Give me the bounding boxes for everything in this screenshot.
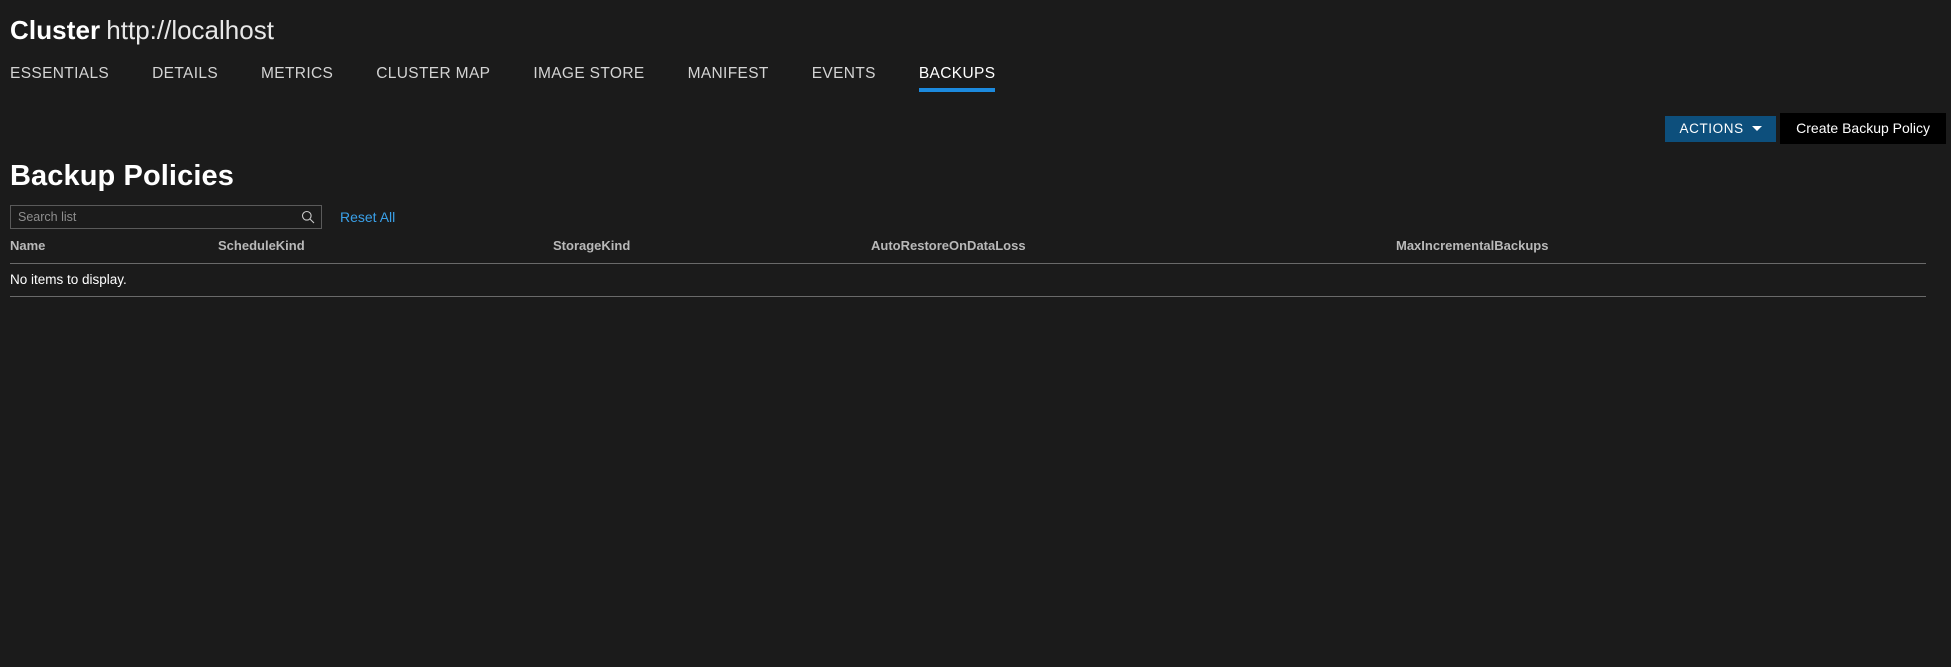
column-header-storage-kind[interactable]: StorageKind <box>553 238 871 253</box>
tab-bar: ESSENTIALS DETAILS METRICS CLUSTER MAP I… <box>0 58 1951 92</box>
tab-backups[interactable]: BACKUPS <box>918 65 996 92</box>
tab-events[interactable]: EVENTS <box>812 65 876 92</box>
tab-label: DETAILS <box>152 65 219 82</box>
backup-policies-table: Name ScheduleKind StorageKind AutoRestor… <box>10 238 1926 297</box>
actions-dropdown-menu: Create Backup Policy <box>1780 113 1946 144</box>
table-header-row: Name ScheduleKind StorageKind AutoRestor… <box>10 238 1926 264</box>
column-header-auto-restore-on-dataloss[interactable]: AutoRestoreOnDataLoss <box>871 238 1396 253</box>
tab-cluster-map[interactable]: CLUSTER MAP <box>376 65 490 92</box>
tab-manifest[interactable]: MANIFEST <box>688 65 769 92</box>
column-header-schedule-kind[interactable]: ScheduleKind <box>218 238 553 253</box>
menu-item-create-backup-policy[interactable]: Create Backup Policy <box>1780 113 1946 144</box>
tab-label: CLUSTER MAP <box>376 65 491 82</box>
table-body: No items to display. <box>10 264 1926 297</box>
tab-details[interactable]: DETAILS <box>152 65 218 92</box>
column-header-name[interactable]: Name <box>10 238 218 253</box>
empty-state-message: No items to display. <box>10 272 127 287</box>
page-title: Cluster http://localhost <box>10 14 1951 46</box>
filter-row: Reset All <box>10 205 395 229</box>
actions-container: ACTIONS Create Backup Policy <box>1665 112 1946 144</box>
cluster-backups-page: Cluster http://localhost ESSENTIALS DETAI… <box>0 0 1951 667</box>
tab-label: MANIFEST <box>687 65 769 82</box>
tab-image-store[interactable]: IMAGE STORE <box>533 65 644 92</box>
tab-label: EVENTS <box>811 65 876 82</box>
tab-label: METRICS <box>261 65 334 82</box>
cluster-endpoint: http://localhost <box>106 15 274 45</box>
tab-label: IMAGE STORE <box>533 65 645 82</box>
search-input[interactable] <box>11 210 321 224</box>
menu-item-label: Create Backup Policy <box>1796 120 1930 136</box>
actions-button-label: ACTIONS <box>1679 121 1744 136</box>
tab-label: ESSENTIALS <box>10 65 110 82</box>
chevron-down-icon <box>1751 126 1762 131</box>
page-header: Cluster http://localhost <box>0 0 1951 46</box>
search-box[interactable] <box>10 205 322 229</box>
section-title: Backup Policies <box>10 160 234 192</box>
column-header-max-incremental-backups[interactable]: MaxIncrementalBackups <box>1396 238 1926 253</box>
actions-button[interactable]: ACTIONS <box>1665 115 1776 142</box>
reset-all-link[interactable]: Reset All <box>340 209 395 225</box>
entity-type-label: Cluster <box>10 15 101 45</box>
tab-label: BACKUPS <box>918 65 996 82</box>
tab-metrics[interactable]: METRICS <box>261 65 333 92</box>
tab-essentials[interactable]: ESSENTIALS <box>10 65 109 92</box>
